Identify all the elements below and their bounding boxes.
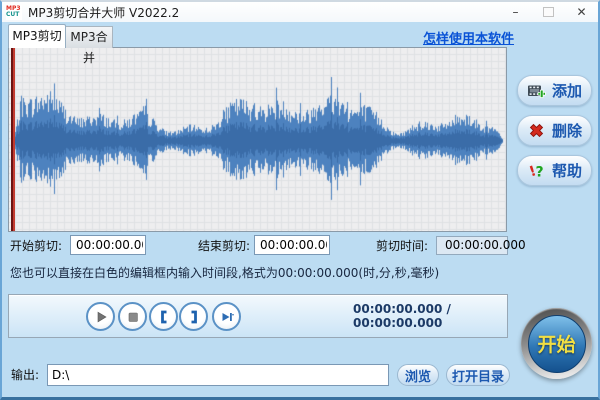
how-to-use-link[interactable]: 怎样使用本软件 (423, 28, 514, 47)
bracket-close-icon (186, 309, 202, 325)
window-controls: – ✕ (499, 2, 598, 22)
red-x-icon (527, 121, 546, 140)
play-range-icon (219, 309, 235, 325)
set-end-button[interactable] (179, 302, 208, 331)
start-cut-label: 开始剪切: (10, 236, 62, 256)
format-instruction-text: 您也可以直接在白色的编辑框内输入时间段,格式为00:00:00.000(时,分,… (10, 264, 439, 281)
help-button[interactable]: ! ? 帮助 (517, 155, 592, 186)
start-button-label: 开始 (528, 315, 586, 373)
delete-button-label: 删除 (552, 120, 582, 141)
titlebar: MP3 CUT MP3剪切合并大师 V2022.2 – ✕ (2, 2, 598, 22)
app-window: MP3 CUT MP3剪切合并大师 V2022.2 – ✕ MP3剪切 MP3合… (0, 0, 600, 400)
output-path-input[interactable] (47, 364, 389, 386)
waveform-panel (8, 47, 507, 232)
play-icon (93, 309, 109, 325)
app-logo-bottom: CUT (6, 12, 22, 18)
filmstrip-add-icon (527, 82, 546, 100)
add-button[interactable]: 添加 (517, 75, 592, 106)
minimize-button[interactable]: – (499, 2, 532, 22)
close-button[interactable]: ✕ (565, 2, 598, 22)
player-panel: 00:00:00.000 / 00:00:00.000 (8, 294, 508, 338)
help-icon: ! ? (527, 161, 546, 180)
svg-text:?: ? (535, 165, 543, 181)
minimize-icon: – (513, 5, 519, 19)
output-label: 输出: (11, 365, 39, 385)
play-button[interactable] (86, 302, 115, 331)
end-cut-input[interactable] (254, 235, 330, 255)
browse-button[interactable]: 浏览 (397, 364, 439, 386)
set-start-button[interactable] (149, 302, 178, 331)
cut-duration-value: 00:00:00.000 (436, 236, 508, 255)
open-directory-button[interactable]: 打开目录 (446, 364, 510, 386)
window-title: MP3剪切合并大师 V2022.2 (28, 4, 179, 21)
playback-cursor (11, 48, 15, 231)
help-button-label: 帮助 (552, 160, 582, 181)
tab-mp3-cut[interactable]: MP3剪切 (8, 24, 66, 48)
maximize-icon (543, 7, 554, 17)
close-icon: ✕ (576, 5, 586, 19)
time-position-display: 00:00:00.000 / 00:00:00.000 (353, 295, 507, 337)
start-button[interactable]: 开始 (521, 308, 592, 379)
maximize-button[interactable] (532, 2, 565, 22)
app-logo-icon: MP3 CUT (6, 5, 22, 20)
delete-button[interactable]: 删除 (517, 115, 592, 146)
play-selection-button[interactable] (212, 302, 241, 331)
tab-mp3-merge[interactable]: MP3合并 (65, 26, 113, 48)
bracket-open-icon (156, 309, 172, 325)
add-button-label: 添加 (552, 80, 582, 101)
cut-duration-label: 剪切时间: (376, 236, 428, 256)
end-cut-label: 结束剪切: (198, 236, 250, 256)
start-cut-input[interactable] (70, 235, 146, 255)
stop-icon (125, 309, 141, 325)
waveform-canvas[interactable] (9, 48, 506, 231)
stop-button[interactable] (118, 302, 147, 331)
